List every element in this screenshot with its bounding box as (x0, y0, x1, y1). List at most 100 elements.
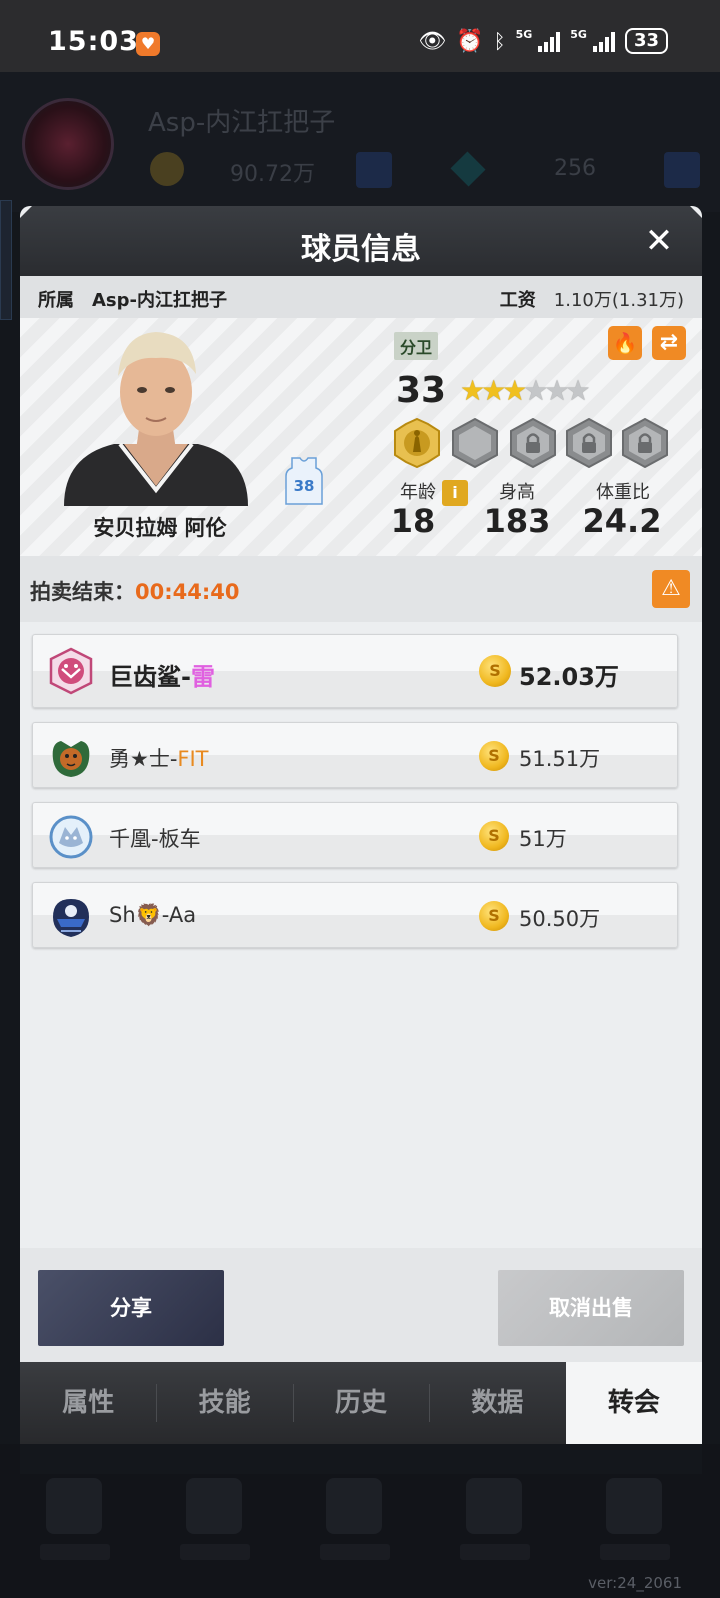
nav-label (460, 1544, 530, 1560)
jersey-icon: 38 (285, 457, 323, 505)
star-rating: ★★★★★★ (460, 374, 591, 407)
wolf-logo-icon (49, 815, 93, 859)
status-time: 15:03 (48, 26, 139, 57)
empty-slot-icon[interactable] (452, 418, 498, 468)
nav-icon (466, 1478, 522, 1534)
modal-title: 球员信息 (301, 232, 421, 267)
coin-icon: S (479, 821, 509, 851)
fire-icon[interactable]: 🔥 (608, 326, 642, 360)
network-label-2: 5G (570, 28, 587, 41)
bid-team-name: Sh🦁-Aa (109, 903, 197, 927)
bid-team-name: 千凰-板车 (109, 827, 201, 851)
bid-row[interactable]: Sh🦁-Aa S 50.50万 (32, 882, 678, 948)
player-rating: 33 (396, 370, 447, 411)
modal-footer: 分享 取消出售 (20, 1248, 702, 1362)
coin-icon: S (479, 901, 509, 931)
weight-ratio-value: 24.2 (582, 502, 662, 540)
shield-logo-icon (53, 899, 89, 937)
nav-label (600, 1544, 670, 1560)
nav-icon (606, 1478, 662, 1534)
player-name: 安贝拉姆 阿伦 (93, 516, 227, 540)
status-icons: 👁 ⏰ ᛒ 5G 5G 33 (418, 28, 668, 54)
battery-icon: 33 (624, 28, 668, 54)
locked-slot-icon[interactable] (510, 418, 556, 468)
nav-label (180, 1544, 250, 1560)
salary-value: 1.10万(1.31万) (553, 290, 684, 311)
nav-icon (326, 1478, 382, 1534)
tab-bar: 属性 技能 历史 数据 转会 (20, 1362, 702, 1444)
side-panel-edge (0, 200, 12, 320)
coin-icon: S (479, 655, 511, 687)
alarm-icon: ⏰ (456, 28, 484, 54)
network-label-1: 5G (515, 28, 533, 41)
share-button[interactable]: 分享 (38, 1270, 224, 1346)
nav-label (40, 1544, 110, 1560)
info-icon[interactable]: i (442, 480, 468, 506)
close-icon[interactable]: ✕ (640, 222, 678, 260)
add-coins-button (356, 152, 392, 188)
height-value: 183 (483, 502, 551, 540)
auction-time: 00:44:40 (135, 580, 240, 604)
bid-amount: 50.50万 (519, 907, 601, 931)
skill-slot-badge-icon[interactable] (394, 418, 440, 468)
bid-list: 巨齿鲨-雷 S 52.03万 勇★士-FIT S 51.51万 千凰-板车 S … (32, 634, 678, 962)
bid-row[interactable]: 千凰-板车 S 51万 (32, 802, 678, 868)
background-coins: 90.72万 (230, 162, 315, 187)
tab-history[interactable]: 历史 (292, 1362, 429, 1444)
salary-label: 工资 (499, 290, 536, 311)
bid-team-name: 巨齿鲨-雷 (109, 663, 215, 691)
team-avatar (22, 98, 114, 190)
signal-icon-2 (592, 30, 615, 52)
locked-slot-icon[interactable] (622, 418, 668, 468)
auction-bar: 拍卖结束：00:44:40 ⚠ (20, 556, 702, 622)
auction-label: 拍卖结束： (30, 580, 135, 604)
star-icon: ★ (523, 374, 548, 407)
position-badge: 分卫 (394, 332, 439, 360)
cancel-sale-button[interactable]: 取消出售 (498, 1270, 684, 1346)
age-label: 年龄 (400, 482, 436, 503)
modal-bottom-gap (20, 1444, 702, 1474)
coin-icon (150, 152, 184, 186)
nav-icon (186, 1478, 242, 1534)
star-icon: ★ (481, 374, 506, 407)
swap-icon[interactable]: ⇄ (652, 326, 686, 360)
shark-logo-icon (49, 647, 93, 695)
app-notification-icon: ♥ (136, 32, 160, 56)
warning-icon[interactable]: ⚠ (652, 570, 690, 608)
bid-team-name: 勇★士-FIT (109, 747, 209, 771)
tiger-logo-icon (52, 741, 90, 777)
bid-row[interactable]: 勇★士-FIT S 51.51万 (32, 722, 678, 788)
locked-slot-icon[interactable] (566, 418, 612, 468)
star-icon: ★ (460, 374, 485, 407)
weight-ratio-label: 体重比 (596, 482, 650, 503)
jersey-number: 38 (294, 477, 315, 495)
eye-icon: 👁 (418, 28, 447, 54)
bluetooth-icon: ᛒ (493, 29, 506, 53)
bid-amount: 51.51万 (519, 747, 601, 771)
tab-skills[interactable]: 技能 (156, 1362, 292, 1444)
coin-icon: S (479, 741, 509, 771)
signal-icon (538, 30, 561, 52)
player-card: 38 安贝拉姆 阿伦 分卫 🔥 ⇄ 33 ★★★★★★ 年龄 i 18 身高 1… (20, 318, 702, 556)
star-icon: ★ (544, 374, 569, 407)
affiliation-label: 所属 (38, 290, 74, 311)
modal-header: 球员信息 ✕ (20, 206, 702, 276)
player-portrait (64, 332, 248, 506)
star-icon: ★ (502, 374, 527, 407)
nav-label (320, 1544, 390, 1560)
bid-row[interactable]: 巨齿鲨-雷 S 52.03万 (32, 634, 678, 708)
tab-data[interactable]: 数据 (429, 1362, 565, 1444)
age-value: 18 (390, 502, 436, 540)
auction-timer: 拍卖结束：00:44:40 (30, 576, 239, 606)
player-info-modal: 球员信息 ✕ 所属 Asp-内江扛把子 工资 1.10万(1.31万) 38 安贝拉… (20, 206, 702, 1474)
status-bar: 15:03 ♥ 👁 ⏰ ᛒ 5G 5G 33 (0, 0, 720, 72)
bid-amount: 51万 (519, 827, 567, 851)
height-label: 身高 (499, 482, 535, 503)
tab-attributes[interactable]: 属性 (20, 1362, 156, 1444)
version-label: ver:24_2061 (588, 1574, 682, 1592)
bid-amount: 52.03万 (519, 663, 619, 691)
background-gems: 256 (554, 156, 596, 181)
add-gems-button (664, 152, 700, 188)
nav-icon (46, 1478, 102, 1534)
tab-transfer[interactable]: 转会 (565, 1362, 702, 1444)
